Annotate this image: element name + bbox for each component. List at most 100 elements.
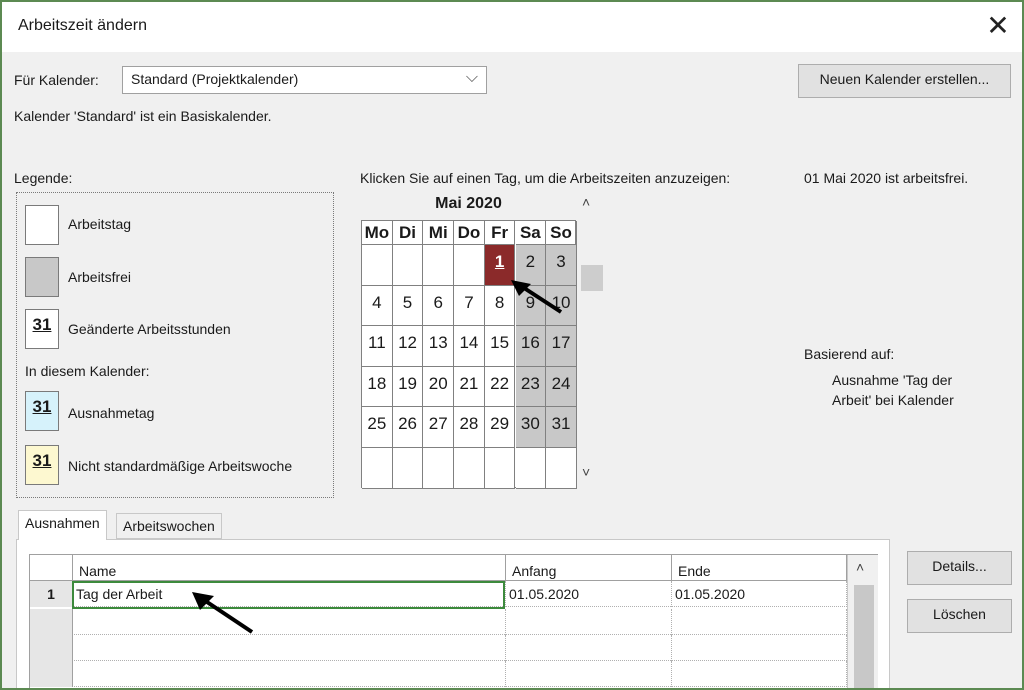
calendar-empty-cell bbox=[484, 448, 516, 489]
legend-label-exception-day: Ausnahmetag bbox=[68, 405, 155, 421]
calendar-day[interactable]: 24 bbox=[546, 366, 577, 408]
based-on-line-1: Ausnahme 'Tag der bbox=[832, 372, 953, 388]
calendar-day[interactable]: 19 bbox=[392, 366, 424, 408]
table-row[interactable] bbox=[30, 661, 847, 687]
column-header-end[interactable]: Ende bbox=[672, 555, 847, 581]
cell-end[interactable]: 01.05.2020 bbox=[672, 581, 847, 607]
calendar-day[interactable]: 30 bbox=[515, 407, 547, 448]
nonstandard-week-swatch-number: 31 bbox=[32, 451, 52, 470]
calendar-month-title: Mai 2020 bbox=[435, 195, 502, 212]
delete-button[interactable]: Löschen bbox=[907, 599, 1012, 633]
calendar-day[interactable]: 18 bbox=[362, 366, 393, 408]
table-corner bbox=[30, 555, 73, 581]
calendar-day[interactable]: 23 bbox=[515, 366, 547, 408]
day-status-text: 01 Mai 2020 ist arbeitsfrei. bbox=[804, 170, 969, 186]
calendar-day[interactable]: 5 bbox=[392, 285, 424, 327]
calendar-day[interactable]: 7 bbox=[454, 285, 485, 327]
cell-start[interactable]: 01.05.2020 bbox=[506, 581, 672, 607]
table-row[interactable] bbox=[30, 635, 847, 661]
calendar-empty-cell bbox=[423, 448, 455, 489]
calendar-day[interactable]: 22 bbox=[484, 366, 516, 408]
weekday-header: Di bbox=[392, 221, 424, 245]
calendar-day[interactable]: 27 bbox=[423, 407, 455, 448]
non-working-swatch bbox=[25, 257, 59, 297]
table-scroll-thumb[interactable] bbox=[854, 585, 874, 688]
exception-day-swatch: 31 bbox=[25, 391, 59, 431]
cell-name[interactable] bbox=[73, 635, 506, 661]
calendar-select[interactable]: Standard (Projektkalender) ⌵ bbox=[122, 66, 487, 94]
calendar-day[interactable]: 25 bbox=[362, 407, 393, 448]
table-row[interactable] bbox=[30, 609, 847, 635]
tab-exceptions[interactable]: Ausnahmen bbox=[18, 510, 107, 540]
calendar-day[interactable]: 12 bbox=[392, 326, 424, 367]
calendar-day[interactable]: 13 bbox=[423, 326, 455, 367]
row-number[interactable] bbox=[30, 661, 73, 687]
calendar-day[interactable]: 6 bbox=[423, 285, 455, 327]
calendar-grid: Mo Di Mi Do Fr Sa So 1 2 3 4 5 6 7 8 9 10 11 12 13 14 15 16 17 1… bbox=[361, 220, 577, 489]
dialog-title: Arbeitszeit ändern bbox=[18, 17, 147, 34]
table-scrollbar[interactable]: ˄ bbox=[847, 555, 878, 688]
calendar-empty-cell bbox=[362, 245, 393, 286]
calendar-empty-cell bbox=[423, 245, 455, 286]
calendar-day[interactable]: 15 bbox=[484, 326, 516, 367]
cell-start[interactable] bbox=[506, 661, 672, 687]
calendar-day[interactable]: 26 bbox=[392, 407, 424, 448]
exception-day-swatch-number: 31 bbox=[32, 397, 52, 416]
calendar-select-value: Standard (Projektkalender) bbox=[131, 71, 299, 87]
row-number[interactable] bbox=[30, 609, 73, 635]
cell-end[interactable] bbox=[672, 635, 847, 661]
cell-start[interactable] bbox=[506, 635, 672, 661]
column-header-start[interactable]: Anfang bbox=[506, 555, 672, 581]
cell-name[interactable] bbox=[73, 661, 506, 687]
arrow-annotation-calendar bbox=[511, 280, 563, 314]
nonstandard-week-swatch: 31 bbox=[25, 445, 59, 485]
calendar-scroll-thumb[interactable] bbox=[581, 265, 603, 291]
legend-panel: Arbeitstag Arbeitsfrei 31 Geänderte Arbe… bbox=[16, 192, 334, 498]
calendar-day[interactable]: 17 bbox=[546, 326, 577, 367]
calendar-scroll-up-icon[interactable]: ˄ bbox=[582, 194, 590, 210]
details-button[interactable]: Details... bbox=[907, 551, 1012, 585]
calendar-day[interactable]: 20 bbox=[423, 366, 455, 408]
based-on-line-2: Arbeit' bei Kalender bbox=[832, 392, 954, 408]
calendar-day[interactable]: 11 bbox=[362, 326, 393, 367]
calendar-day[interactable]: 4 bbox=[362, 285, 393, 327]
column-header-name[interactable]: Name bbox=[73, 555, 506, 581]
calendar-instruction: Klicken Sie auf einen Tag, um die Arbeit… bbox=[360, 170, 731, 186]
weekday-header: So bbox=[546, 221, 577, 245]
new-calendar-button[interactable]: Neuen Kalender erstellen... bbox=[798, 64, 1011, 98]
legend-subheading: In diesem Kalender: bbox=[25, 363, 150, 379]
cell-end[interactable] bbox=[672, 661, 847, 687]
chevron-down-icon: ⌵ bbox=[465, 69, 478, 86]
calendar-day[interactable]: 14 bbox=[454, 326, 485, 367]
base-calendar-note: Kalender 'Standard' ist ein Basiskalende… bbox=[14, 108, 272, 124]
calendar-day[interactable]: 31 bbox=[546, 407, 577, 448]
legend-label-nonstandard-week: Nicht standardmäßige Arbeitswoche bbox=[68, 458, 293, 474]
calendar-day[interactable]: 29 bbox=[484, 407, 516, 448]
for-calendar-label: Für Kalender: bbox=[14, 72, 99, 88]
calendar-empty-cell bbox=[392, 245, 424, 286]
calendar-empty-cell bbox=[392, 448, 424, 489]
legend-title: Legende: bbox=[14, 170, 73, 186]
calendar-empty-cell bbox=[546, 448, 577, 489]
working-day-swatch bbox=[25, 205, 59, 245]
calendar-day[interactable]: 21 bbox=[454, 366, 485, 408]
cell-name[interactable] bbox=[73, 609, 506, 635]
calendar-empty-cell bbox=[454, 448, 485, 489]
calendar-day[interactable]: 28 bbox=[454, 407, 485, 448]
weekday-header: Do bbox=[454, 221, 485, 245]
tab-work-weeks[interactable]: Arbeitswochen bbox=[116, 513, 222, 539]
weekday-header: Mi bbox=[423, 221, 455, 245]
calendar-empty-cell bbox=[454, 245, 485, 286]
calendar-scroll-down-icon[interactable]: ˅ bbox=[582, 464, 590, 480]
row-number[interactable] bbox=[30, 635, 73, 661]
row-number[interactable]: 1 bbox=[30, 581, 73, 607]
name-cell-editor[interactable] bbox=[72, 581, 505, 609]
cell-end[interactable] bbox=[672, 609, 847, 635]
title-bar: Arbeitszeit ändern ✕ bbox=[2, 2, 1022, 52]
based-on-label: Basierend auf: bbox=[804, 346, 895, 362]
legend-label-changed-hours: Geänderte Arbeitsstunden bbox=[68, 321, 231, 337]
table-scroll-up-icon[interactable]: ˄ bbox=[856, 559, 864, 575]
cell-start[interactable] bbox=[506, 609, 672, 635]
close-button[interactable]: ✕ bbox=[980, 8, 1016, 44]
calendar-day[interactable]: 16 bbox=[515, 326, 547, 367]
